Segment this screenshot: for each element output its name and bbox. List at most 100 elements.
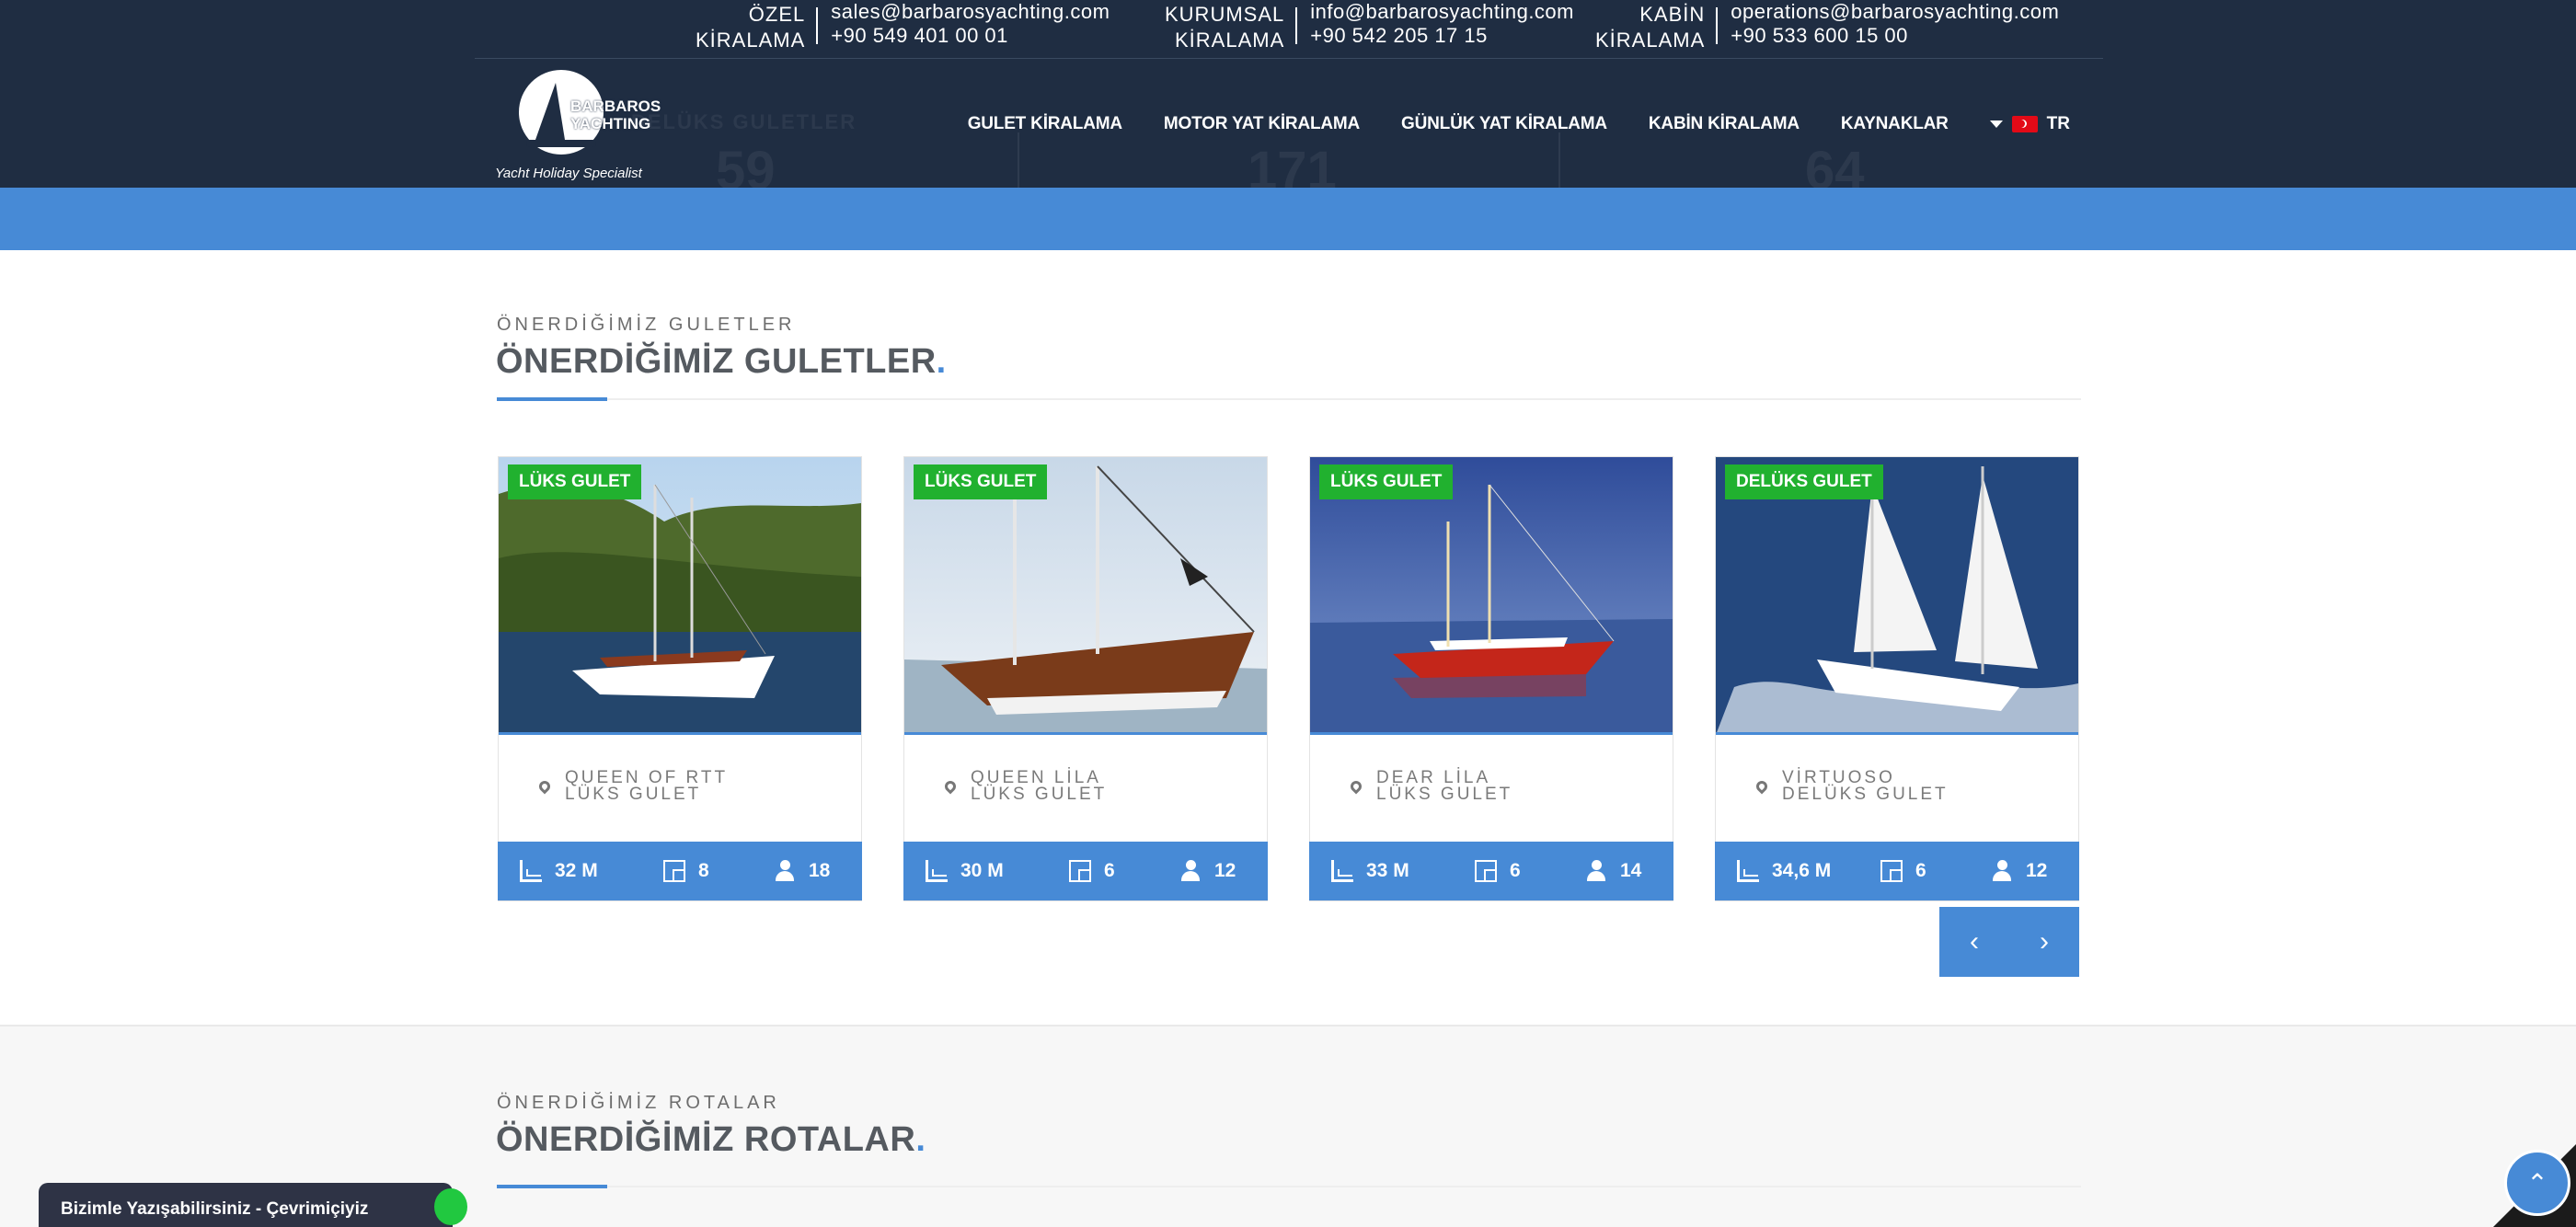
gulet-badge: DELÜKS GULET xyxy=(1725,464,1883,499)
gulet-type: DELÜKS GULET xyxy=(1782,785,1949,804)
spec-cabins: 6 xyxy=(1069,860,1115,882)
contact-label: ÖZEL KİRALAMA xyxy=(696,3,806,52)
caret-down-icon xyxy=(1989,120,2003,128)
gulet-card[interactable]: DELÜKS GULET VİRTUOSO DELÜKS GULET 34,6 M… xyxy=(1715,456,2079,901)
gulet-location: QUEEN OF RTT LÜKS GULET xyxy=(536,769,728,804)
section-kicker: ÖNERDİĞİMİZ GULETLER xyxy=(497,315,796,335)
section-kicker: ÖNERDİĞİMİZ ROTALAR xyxy=(497,1093,780,1113)
language-selector[interactable]: TR xyxy=(1989,114,2070,134)
spec-cabins: 6 xyxy=(1475,860,1521,882)
spec-length: 32 M xyxy=(520,860,598,882)
contact-phone[interactable]: +90 542 205 17 15 xyxy=(1310,24,1574,48)
spec-cabins: 8 xyxy=(663,860,709,882)
contact-info[interactable]: operations@barbarosyachting.com +90 533 6… xyxy=(1718,0,2059,48)
contact-label: KURUMSAL KİRALAMA xyxy=(1165,3,1285,52)
spec-guests: 12 xyxy=(1991,860,2047,882)
spec-guests: 14 xyxy=(1585,860,1641,882)
length-icon xyxy=(520,860,542,882)
live-chat-widget[interactable]: Bizimle Yazışabilirsiniz - Çevrimiçiyiz xyxy=(39,1183,467,1227)
gulet-card[interactable]: LÜKS GULET QUEEN OF RTT LÜKS GULET 32 M 8… xyxy=(498,456,862,901)
cabin-icon xyxy=(1880,860,1903,882)
chevron-up-icon: ⌃ xyxy=(2526,1168,2548,1198)
gulet-location: DEAR LİLA LÜKS GULET xyxy=(1348,769,1513,804)
contact-label: KABİN KİRALAMA xyxy=(1595,3,1706,52)
gulet-type: LÜKS GULET xyxy=(971,785,1108,804)
contact-info[interactable]: info@barbarosyachting.com +90 542 205 17 … xyxy=(1297,0,1574,48)
chat-label: Bizimle Yazışabilirsiniz - Çevrimiçiyiz xyxy=(61,1199,369,1219)
logo-tagline: Yacht Holiday Specialist xyxy=(495,166,642,181)
gulet-badge: LÜKS GULET xyxy=(1319,464,1454,499)
cabin-icon xyxy=(1069,860,1091,882)
spec-length: 33 M xyxy=(1331,860,1409,882)
gulet-type: LÜKS GULET xyxy=(565,785,702,804)
spec-guests: 18 xyxy=(774,860,830,882)
gulet-specs: 33 M 6 14 xyxy=(1309,842,1673,900)
wave-icon xyxy=(526,140,596,147)
language-code: TR xyxy=(2046,114,2070,133)
guest-icon xyxy=(1179,860,1202,882)
gulet-badge: LÜKS GULET xyxy=(914,464,1048,499)
carousel-controls: ‹ › xyxy=(1939,907,2079,977)
cabin-icon xyxy=(663,860,685,882)
contact-email[interactable]: sales@barbarosyachting.com xyxy=(831,0,1110,24)
nav-menu: GULET KİRALAMA MOTOR YAT KİRALAMA GÜNLÜK… xyxy=(926,114,2070,134)
main-nav: DELÜKS GULETLER 59 171 64 BARBAROS YACHTI… xyxy=(475,59,2103,259)
gulets-section xyxy=(0,250,2576,1026)
nav-item-daily-yacht[interactable]: GÜNLÜK YAT KİRALAMA xyxy=(1401,114,1607,134)
nav-item-motor-yacht[interactable]: MOTOR YAT KİRALAMA xyxy=(1164,114,1360,134)
map-pin-icon xyxy=(536,778,553,795)
section-underline xyxy=(497,397,2081,401)
nav-item-resources[interactable]: KAYNAKLAR xyxy=(1841,114,1949,134)
carousel-prev-button[interactable]: ‹ xyxy=(1939,907,2009,977)
gulet-specs: 34,6 M 6 12 xyxy=(1715,842,2079,900)
length-icon xyxy=(926,860,948,882)
guest-icon xyxy=(1585,860,1607,882)
section-title: ÖNERDİĞİMİZ ROTALAR. xyxy=(496,1120,926,1159)
map-pin-icon xyxy=(1754,778,1770,795)
map-pin-icon xyxy=(1348,778,1364,795)
underline-accent xyxy=(497,1185,607,1188)
nav-item-cabin[interactable]: KABİN KİRALAMA xyxy=(1649,114,1800,134)
contact-private: ÖZEL KİRALAMA sales@barbarosyachting.com +… xyxy=(696,0,1110,55)
carousel-next-button[interactable]: › xyxy=(2009,907,2079,977)
spec-length: 30 M xyxy=(926,860,1004,882)
gulet-badge: LÜKS GULET xyxy=(508,464,642,499)
contact-corporate: KURUMSAL KİRALAMA info@barbarosyachting.c… xyxy=(1165,0,1574,55)
gulet-location: QUEEN LİLA LÜKS GULET xyxy=(942,769,1108,804)
site-logo[interactable]: BARBAROS YACHTING Yacht Holiday Specialis… xyxy=(495,70,661,184)
underline-accent xyxy=(497,397,607,401)
contact-email[interactable]: info@barbarosyachting.com xyxy=(1310,0,1574,24)
contact-cabin: KABİN KİRALAMA operations@barbarosyachtin… xyxy=(1595,0,2059,55)
contact-phone[interactable]: +90 533 600 15 00 xyxy=(1731,24,2059,48)
gulet-location: VİRTUOSO DELÜKS GULET xyxy=(1754,769,1949,804)
logo-brand: BARBAROS YACHTING xyxy=(570,97,661,132)
contact-phone[interactable]: +90 549 401 00 01 xyxy=(831,24,1110,48)
sail-icon xyxy=(535,83,565,140)
section-title: ÖNERDİĞİMİZ GULETLER. xyxy=(496,342,947,381)
contact-email[interactable]: operations@barbarosyachting.com xyxy=(1731,0,2059,24)
contact-bar: ÖZEL KİRALAMA sales@barbarosyachting.com +… xyxy=(475,0,2103,59)
gulet-card[interactable]: LÜKS GULET QUEEN LİLA LÜKS GULET 30 M 6 1… xyxy=(903,456,1268,901)
site-header: ÖZEL KİRALAMA sales@barbarosyachting.com +… xyxy=(0,0,2576,259)
length-icon xyxy=(1331,860,1353,882)
chat-status-icon xyxy=(434,1188,467,1225)
length-icon xyxy=(1737,860,1759,882)
ghost-stat-label: DELÜKS GULETLER xyxy=(631,110,857,133)
spec-guests: 12 xyxy=(1179,860,1236,882)
gulet-card[interactable]: LÜKS GULET DEAR LİLA LÜKS GULET 33 M 6 14 xyxy=(1309,456,1673,901)
spec-length: 34,6 M xyxy=(1737,860,1831,882)
spec-cabins: 6 xyxy=(1880,860,1926,882)
gulet-specs: 30 M 6 12 xyxy=(903,842,1268,900)
cabin-icon xyxy=(1475,860,1497,882)
turkey-flag-icon xyxy=(2011,116,2038,132)
section-underline xyxy=(497,1185,2081,1188)
gulet-specs: 32 M 8 18 xyxy=(498,842,862,900)
contact-info[interactable]: sales@barbarosyachting.com +90 549 401 00… xyxy=(818,0,1110,48)
guest-icon xyxy=(1991,860,2013,882)
scroll-to-top-button[interactable]: ⌃ xyxy=(2504,1150,2570,1216)
map-pin-icon xyxy=(942,778,959,795)
gulet-type: LÜKS GULET xyxy=(1376,785,1513,804)
nav-item-gulet[interactable]: GULET KİRALAMA xyxy=(968,114,1122,134)
guest-icon xyxy=(774,860,796,882)
stats-band xyxy=(0,188,2576,250)
